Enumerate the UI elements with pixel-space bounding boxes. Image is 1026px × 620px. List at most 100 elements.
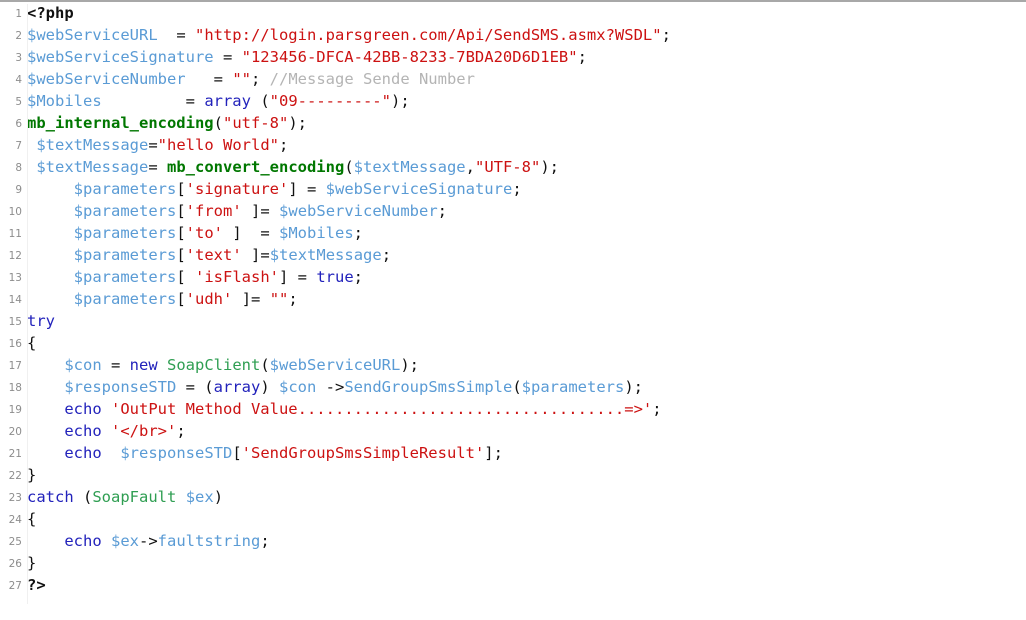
code-line-source[interactable]: $webServiceNumber = ""; //Message Sende … xyxy=(27,70,475,88)
code-line-source[interactable]: } xyxy=(27,554,36,572)
line-number: 1 xyxy=(15,7,22,20)
code-line-source[interactable]: $parameters['from' ]= $webServiceNumber; xyxy=(27,202,447,220)
token-plain: = xyxy=(148,136,158,154)
token-var: $responseSTD xyxy=(64,378,177,396)
code-line: 15 try xyxy=(0,310,1026,332)
line-number: 4 xyxy=(15,73,22,86)
code-line: 1 <?php xyxy=(0,2,1026,24)
token-var: $textMessage xyxy=(353,158,466,176)
code-viewer[interactable]: 1 <?php 2 $webServiceURL = "http://login.pa… xyxy=(0,2,1026,620)
token-plain: = xyxy=(260,202,280,220)
token-cls: SoapClient xyxy=(167,356,261,374)
token-plain: = xyxy=(297,180,326,198)
token-punc: } xyxy=(27,466,37,484)
token-kw: catch xyxy=(27,488,74,506)
code-line-source[interactable]: $textMessage="hello World"; xyxy=(27,136,288,154)
line-number: 10 xyxy=(8,205,22,218)
code-line-source[interactable]: { xyxy=(27,334,36,352)
token-punc: ; xyxy=(279,136,289,154)
token-str: "" xyxy=(269,290,289,308)
token-punc: ( xyxy=(260,356,270,374)
token-punc: { xyxy=(27,510,37,528)
code-line-source[interactable]: $parameters['signature'] = $webServiceSi… xyxy=(27,180,522,198)
token-plain: = xyxy=(213,48,242,66)
token-plain: = ( xyxy=(176,378,214,396)
token-punc: } xyxy=(27,554,37,572)
code-line-source[interactable]: { xyxy=(27,510,36,528)
code-line-source[interactable]: $webServiceURL = "http://login.parsgreen… xyxy=(27,26,671,44)
token-var: $parameters xyxy=(73,246,177,264)
token-punc: ); xyxy=(540,158,559,176)
token-str: 'text' xyxy=(185,246,242,264)
gutter-separator xyxy=(27,4,28,604)
token-kw: echo xyxy=(64,422,102,440)
token-punc: ; xyxy=(661,26,671,44)
code-line-source[interactable]: ?> xyxy=(27,576,46,594)
token-str: "09---------" xyxy=(269,92,391,110)
token-var: $Mobiles xyxy=(279,224,354,242)
token-punc: ( xyxy=(512,378,522,396)
code-line-source[interactable]: echo '</br>'; xyxy=(27,422,185,440)
token-punc: ; xyxy=(260,532,270,550)
token-str: 'OutPut Method Value....................… xyxy=(111,400,653,418)
code-line-source[interactable]: mb_internal_encoding("utf-8"); xyxy=(27,114,307,132)
token-php: ?> xyxy=(27,576,46,594)
token-punc: ] xyxy=(251,202,261,220)
line-number: 25 xyxy=(8,535,22,548)
code-line-source[interactable]: $parameters['to' ] = $Mobiles; xyxy=(27,224,363,242)
code-line-source[interactable]: try xyxy=(27,312,55,330)
code-line-source[interactable]: $responseSTD = (array) $con ->SendGroupS… xyxy=(27,378,643,396)
code-line-source[interactable]: $con = new SoapClient($webServiceURL); xyxy=(27,356,419,374)
code-line-source[interactable]: catch (SoapFault $ex) xyxy=(27,488,223,506)
token-punc: [ xyxy=(176,290,186,308)
line-number: 6 xyxy=(15,117,22,130)
code-line-source[interactable]: $Mobiles = array ("09---------"); xyxy=(27,92,410,110)
code-line: 2 $webServiceURL = "http://login.parsgree… xyxy=(0,24,1026,46)
code-line-source[interactable]: $parameters['text' ]=$textMessage; xyxy=(27,246,391,264)
code-line-source[interactable]: $parameters[ 'isFlash'] = true; xyxy=(27,268,363,286)
token-var: $ex xyxy=(111,532,139,550)
token-str: "hello World" xyxy=(157,136,279,154)
token-kw: new xyxy=(129,356,158,374)
line-number: 17 xyxy=(8,359,22,372)
token-kw: echo xyxy=(64,532,102,550)
token-var: $webServiceNumber xyxy=(279,202,438,220)
code-line-source[interactable]: } xyxy=(27,466,36,484)
token-plain: = xyxy=(260,246,270,264)
line-number: 15 xyxy=(8,315,22,328)
code-line-source[interactable]: $textMessage= mb_convert_encoding($textM… xyxy=(27,158,559,176)
token-fn: mb_internal_encoding xyxy=(27,114,214,132)
line-number: 24 xyxy=(8,513,22,526)
line-number: 13 xyxy=(8,271,22,284)
code-line: 19 echo 'OutPut Method Value............… xyxy=(0,398,1026,420)
token-com: //Message Sende Number xyxy=(269,70,475,88)
code-line-source[interactable]: <?php xyxy=(27,4,74,22)
code-line-source[interactable]: $webServiceSignature = "123456-DFCA-42BB… xyxy=(27,48,587,66)
code-line-source[interactable]: echo $responseSTD['SendGroupSmsSimpleRes… xyxy=(27,444,503,462)
code-line: 20 echo '</br>'; xyxy=(0,420,1026,442)
code-line-source[interactable]: echo 'OutPut Method Value...............… xyxy=(27,400,661,418)
code-line-source[interactable]: echo $ex->faultstring; xyxy=(27,532,270,550)
code-line: 17 $con = new SoapClient($webServiceURL)… xyxy=(0,354,1026,376)
code-line-source[interactable]: $parameters['udh' ]= ""; xyxy=(27,290,298,308)
token-punc: ; xyxy=(250,70,261,88)
code-line: 26} xyxy=(0,552,1026,574)
token-cls: SoapFault xyxy=(92,488,177,506)
code-line: 12 $parameters['text' ]=$textMessage; xyxy=(0,244,1026,266)
token-str: 'udh' xyxy=(185,290,233,308)
